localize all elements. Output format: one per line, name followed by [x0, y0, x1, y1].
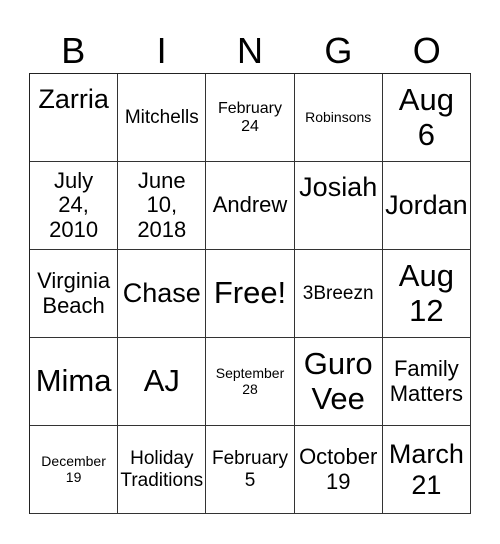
bingo-cell-n-5[interactable]: February 5 — [206, 426, 295, 514]
bingo-cell-n-1[interactable]: February 24 — [206, 74, 295, 162]
bingo-cell-o-4[interactable]: Family Matters — [382, 338, 471, 426]
bingo-cell-n-4[interactable]: September 28 — [206, 338, 295, 426]
cell-label: Aug 12 — [398, 258, 454, 328]
cell-label: 3Breezn — [302, 282, 374, 304]
cell-label: Guro Vee — [303, 346, 373, 416]
cell-label: Mitchells — [124, 106, 199, 128]
bingo-cell-n-2[interactable]: Andrew — [206, 162, 295, 250]
bingo-cell-i-1[interactable]: Mitchells — [118, 74, 207, 162]
bingo-cell-o-1[interactable]: Aug 6 — [382, 74, 471, 162]
cell-label: Chase — [122, 278, 201, 309]
header-letter-g: G — [324, 30, 353, 71]
bingo-cell-b-4[interactable]: Mima — [30, 338, 119, 426]
cell-label: Robinsons — [305, 108, 372, 125]
cell-label: Free! — [213, 275, 287, 311]
cell-label: Andrew — [212, 192, 288, 218]
cell-label: Holiday Traditions — [120, 448, 204, 491]
bingo-cell-g-2[interactable]: Josiah — [294, 162, 383, 250]
bingo-header: B I N G O — [29, 28, 471, 73]
cell-label: June 10, 2018 — [137, 167, 187, 242]
bingo-cell-o-3[interactable]: Aug 12 — [382, 250, 471, 338]
header-letter-i: I — [156, 30, 167, 71]
bingo-cell-o-5[interactable]: March 21 — [382, 426, 471, 514]
bingo-cell-i-4[interactable]: AJ — [118, 338, 207, 426]
bingo-cell-i-3[interactable]: Chase — [118, 250, 207, 338]
bingo-cell-g-1[interactable]: Robinsons — [294, 74, 383, 162]
bingo-cell-o-2[interactable]: Jordan — [382, 162, 471, 250]
header-letter-b: B — [61, 30, 86, 71]
cell-label: Mima — [35, 363, 112, 399]
cell-label: Family Matters — [389, 355, 464, 406]
cell-label: Jordan — [385, 190, 468, 221]
bingo-cell-free-space[interactable]: Free! — [206, 250, 295, 338]
header-letter-o: O — [412, 30, 441, 71]
bingo-cell-b-5[interactable]: December 19 — [30, 426, 119, 514]
cell-label: Aug 6 — [398, 82, 454, 152]
cell-label: October 19 — [299, 443, 378, 494]
bingo-cell-g-3[interactable]: 3Breezn — [294, 250, 383, 338]
bingo-cell-b-1[interactable]: Zarria — [30, 74, 119, 162]
cell-label: February 5 — [211, 448, 288, 491]
cell-label: AJ — [143, 363, 180, 399]
cell-label: December 19 — [41, 452, 106, 485]
cell-label: February 24 — [217, 99, 282, 135]
bingo-cell-i-2[interactable]: June 10, 2018 — [118, 162, 207, 250]
cell-label: Virginia Beach — [37, 267, 111, 318]
cell-label: Josiah — [299, 172, 378, 202]
bingo-cell-b-3[interactable]: Virginia Beach — [30, 250, 119, 338]
cell-label: July 24, 2010 — [49, 167, 99, 242]
cell-label: Zarria — [38, 84, 109, 114]
cell-label: September 28 — [215, 364, 285, 397]
bingo-cell-i-5[interactable]: Holiday Traditions — [118, 426, 207, 514]
header-letter-n: N — [236, 30, 263, 71]
bingo-board: Zarria Mitchells February 24 Robinsons Aug 6… — [29, 73, 471, 514]
cell-label: March 21 — [388, 439, 464, 500]
bingo-cell-b-2[interactable]: July 24, 2010 — [30, 162, 119, 250]
bingo-cell-g-4[interactable]: Guro Vee — [294, 338, 383, 426]
bingo-cell-g-5[interactable]: October 19 — [294, 426, 383, 514]
